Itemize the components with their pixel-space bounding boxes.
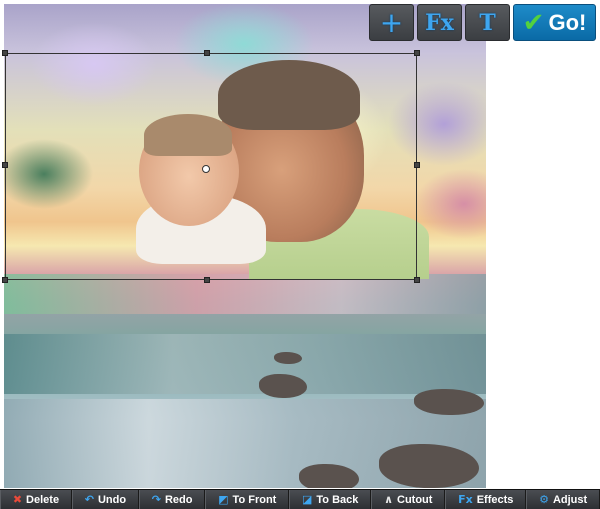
delete-button[interactable]: ✖ Delete: [0, 490, 72, 509]
top-toolbar: + Fx T ✔ Go!: [369, 4, 596, 41]
undo-button[interactable]: ↶ Undo: [71, 490, 139, 509]
effects-label: Effects: [476, 493, 514, 506]
overlay-photo-man-hair[interactable]: [218, 60, 360, 130]
to-front-label: To Front: [232, 493, 277, 506]
to-front-button[interactable]: ◩ To Front: [205, 490, 290, 509]
rock: [414, 389, 484, 415]
effects-bottom-button[interactable]: Fx Effects: [445, 490, 527, 509]
rock: [379, 444, 479, 488]
overlay-photo-baby-hair[interactable]: [144, 114, 232, 156]
rock: [274, 352, 302, 364]
go-label: Go!: [548, 9, 587, 35]
checkmark-icon: ✔: [522, 7, 545, 38]
undo-label: Undo: [97, 493, 127, 506]
effects-button[interactable]: Fx: [417, 4, 462, 41]
sea-band: [4, 334, 486, 394]
sea-band: [4, 274, 486, 314]
redo-button[interactable]: ↷ Redo: [138, 490, 206, 509]
text-button[interactable]: T: [465, 4, 510, 41]
x-icon: ✖: [12, 493, 23, 506]
redo-label: Redo: [164, 493, 193, 506]
delete-label: Delete: [26, 493, 60, 506]
go-button[interactable]: ✔ Go!: [513, 4, 596, 41]
cutout-button[interactable]: ∧ Cutout: [371, 490, 446, 509]
to-back-button[interactable]: ◪ To Back: [289, 490, 372, 509]
cutout-icon: ∧: [384, 493, 393, 506]
to-front-icon: ◩: [218, 493, 229, 506]
adjust-label: Adjust: [552, 493, 588, 506]
cutout-label: Cutout: [397, 493, 433, 506]
to-back-icon: ◪: [302, 493, 313, 506]
gear-icon: ⚙: [539, 493, 549, 506]
adjust-button[interactable]: ⚙ Adjust: [526, 490, 600, 509]
add-button[interactable]: +: [369, 4, 414, 41]
to-back-label: To Back: [316, 493, 359, 506]
fx-icon: Fx: [458, 493, 473, 506]
bottom-toolbar: ✖ Delete ↶ Undo ↷ Redo ◩ To Front ◪ To B…: [0, 489, 600, 509]
rock: [259, 374, 307, 398]
redo-icon: ↷: [151, 493, 161, 506]
undo-icon: ↶: [84, 493, 94, 506]
photo-canvas[interactable]: [4, 4, 486, 488]
